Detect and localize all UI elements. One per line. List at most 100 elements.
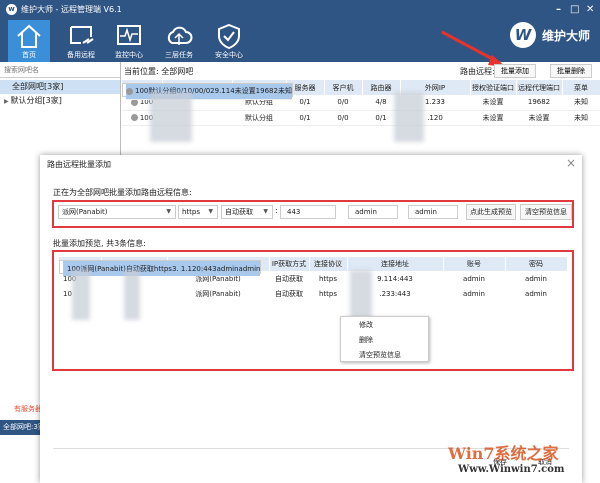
table-cell: 派网(Panabit) [195,289,241,298]
maximize-button[interactable]: □ [570,4,579,15]
table-cell: 未设置 [234,84,256,100]
table-cell: 未知 [277,84,292,100]
table-cell: 未设置 [516,110,562,126]
table-cell: 29.114 [210,84,235,100]
table-cell: 3. 1.120:443 [171,261,217,276]
batch-add-dialog: 路由远程批量添加 × 正在为全部网吧批量添加路由远程信息: 派网(Panabit… [40,155,582,483]
column-header: 连接地址 [347,257,444,271]
table-cell: 未设置 [470,95,516,111]
generate-preview-button[interactable]: 点此生成预览 [466,204,516,220]
status-dot-icon [126,87,133,95]
home-icon [17,24,41,48]
table-cell: admin [463,274,485,283]
column-header: IP获取方式 [269,257,310,271]
route-label: 路由远程: [460,67,495,76]
table-cell: 自动获取 [275,289,303,298]
privacy-blur [394,92,424,142]
table-cell: 未设置 [470,110,516,126]
title-text: 维护大师 - 远程管理端 V6.1 [21,5,122,14]
watermark-url: Www.Winwin7.com [458,464,565,475]
status-dot-icon [130,114,138,121]
column-header: 授权验证端口 [470,80,517,95]
tree-item-all[interactable]: 全部网吧[3家] [0,80,120,94]
table-row[interactable]: 100 默认分组 0/1 0/0 0/1.120 未设置 未设置 未知 [122,110,600,126]
dialog-close-icon[interactable]: × [566,156,576,170]
tool-home[interactable]: 首页 [8,20,50,62]
table-cell: admin [525,289,547,298]
close-button[interactable]: ✕ [586,4,594,15]
menu-item-delete[interactable]: 删除 [341,333,428,347]
tool-monitor[interactable]: 监控中心 [108,20,150,62]
dialog-title: 路由远程批量添加 [47,160,111,169]
table-cell: 100 [126,84,149,100]
tool-tasks[interactable]: 三层任务 [158,20,200,62]
select-value: https [182,208,201,216]
tool-label: 监控中心 [115,51,143,59]
column-header: 菜单 [562,80,600,95]
privacy-blur [350,270,372,320]
select-value: 派网(Panabit) [62,208,108,216]
location-value: 全部网吧 [161,67,194,76]
privacy-blur [124,270,140,320]
brand-name: 维护大师 [542,28,591,43]
search-input[interactable] [0,62,120,78]
window-title: w 维护大师 - 远程管理端 V6.1 [6,4,122,15]
privacy-blur [72,270,90,320]
table-cell: https [318,289,338,298]
watermark-text: Win7系统之家 [448,444,559,463]
form-label: 正在为全部网吧批量添加路由远程信息: [53,188,192,197]
tool-remote[interactable]: 备用远程 [60,20,102,62]
cloud-upload-icon [167,26,193,45]
monitor-icon [117,25,141,45]
table-cell: 0/1 [286,110,324,126]
table-cell: admin [238,261,261,276]
tree-item-default[interactable]: ▶ 默认分组[3家] [0,94,120,108]
brand-logo-icon: W [510,22,536,48]
remote-icon [70,26,94,44]
table-cell: 未知 [562,95,600,111]
form-row: 派网(Panabit) ▼ https ▼ 自动获取 ▼ : 443 admin ad… [52,200,574,228]
chevron-down-icon: ▼ [208,208,213,215]
select-value: 自动获取 [225,208,253,216]
minimize-button[interactable]: – [556,4,561,15]
column-header: 连接协议 [309,257,348,271]
column-header: 账号 [443,257,506,271]
chevron-down-icon: ▼ [263,208,268,215]
menu-item-edit[interactable]: 修改 [341,318,428,332]
table-cell: 0/0 [198,84,211,100]
table-cell: https [153,261,172,276]
shield-icon [218,23,240,49]
cell-text: 100 [135,87,149,96]
table-cell: admin [463,289,485,298]
watermark: Win7系统之家 Www.Winwin7.com [408,440,565,475]
status-dot-icon [130,98,138,106]
column-header: 密码 [505,257,568,271]
cafe-table: 网吧ID网吧名称所在分组服务器客户机路由器外网IP授权验证端口远程代理端口菜单1… [122,80,600,126]
password-input[interactable]: admin [408,205,458,219]
account-input[interactable]: admin [348,205,398,219]
port-colon: : [275,206,278,215]
table-cell: https [318,274,338,283]
protocol-select[interactable]: https ▼ [178,205,218,219]
table-cell: 默认分组 [232,110,286,126]
clear-preview-button[interactable]: 清空预览信息 [520,204,572,220]
tool-label: 备用远程 [67,51,95,59]
batch-add-button[interactable]: 批量添加 [494,64,536,78]
table-cell: 自动获取 [275,274,303,283]
ip-mode-select[interactable]: 自动获取 ▼ [221,205,273,219]
table-cell: 19682 [516,95,562,111]
service-warning: 有服务器 [14,405,42,413]
preview-box: 网吧ID网吧名称路由品牌IP获取方式连接协议连接地址账号密码100派网(Pana… [52,250,574,371]
menu-item-clear-preview[interactable]: 清空预览信息 [341,348,428,362]
tool-security[interactable]: 安全中心 [208,20,250,62]
table-cell: 19682 [255,84,278,100]
tree-label: 默认分组[3家] [10,96,62,105]
tool-label: 三层任务 [165,51,193,59]
brand-select[interactable]: 派网(Panabit) ▼ [58,205,176,219]
table-cell: admin [525,274,547,283]
column-header: 远程代理端口 [516,80,563,95]
table-row[interactable]: 100默认分组0/10/00/029.114未设置19682未知 [122,83,293,100]
port-input[interactable]: 443 [280,205,336,219]
batch-delete-button[interactable]: 批量删除 [550,64,592,78]
tool-label: 安全中心 [215,51,243,59]
